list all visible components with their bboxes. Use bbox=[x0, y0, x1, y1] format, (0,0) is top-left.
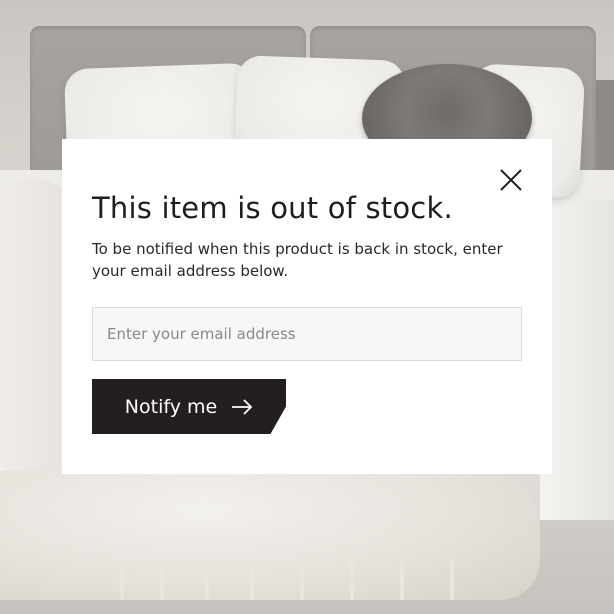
blanket-fringe bbox=[205, 560, 209, 600]
throw-blanket-side bbox=[0, 180, 70, 520]
blanket-fringe bbox=[250, 560, 254, 600]
close-icon bbox=[500, 169, 522, 191]
blanket-fringe bbox=[350, 560, 354, 600]
page: This item is out of stock. To be notifie… bbox=[0, 0, 614, 614]
modal-description: To be notified when this product is back… bbox=[92, 240, 503, 280]
notify-me-label: Notify me bbox=[124, 395, 218, 418]
throw-blanket bbox=[0, 470, 540, 600]
out-of-stock-modal: This item is out of stock. To be notifie… bbox=[62, 139, 552, 474]
blanket-fringe bbox=[120, 560, 124, 600]
close-button[interactable] bbox=[496, 165, 526, 195]
blanket-fringe bbox=[160, 560, 164, 600]
arrow-right-icon bbox=[232, 398, 253, 415]
modal-title: This item is out of stock. bbox=[92, 191, 453, 225]
email-input[interactable] bbox=[92, 307, 522, 361]
blanket-fringe bbox=[300, 560, 304, 600]
blanket-fringe bbox=[450, 560, 454, 600]
blanket-fringe bbox=[400, 560, 404, 600]
notify-me-button[interactable]: Notify me bbox=[92, 379, 286, 434]
